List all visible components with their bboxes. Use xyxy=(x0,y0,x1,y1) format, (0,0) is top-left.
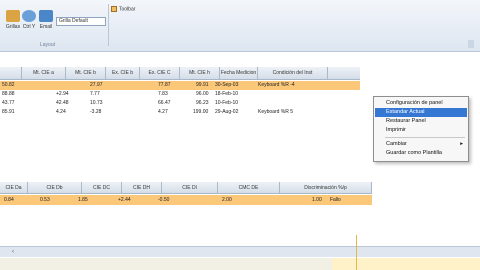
grid2-status: Fallo xyxy=(330,197,341,203)
grid1-col-1[interactable]: Mt. CIE a xyxy=(22,67,66,80)
toolbar-toggle[interactable]: Toolbar xyxy=(111,6,135,12)
grid1-cell: 4.24 xyxy=(56,109,66,115)
grid2-cell: 0.53 xyxy=(40,197,50,203)
grid1-cell: 27.97 xyxy=(90,82,103,88)
context-menu: Configuración de panel Estandar Actual R… xyxy=(373,96,469,162)
toolbar-label: Toolbar xyxy=(119,6,136,13)
grid1-col-3[interactable]: Ex. CIE b xyxy=(106,67,140,80)
menu-item-print[interactable]: Imprimir xyxy=(375,126,467,135)
grid2-col-4[interactable]: CIE DH xyxy=(122,182,162,194)
grid1-row[interactable]: 88.88 +2.94 7.77 7.83 96.00 18-Feb-10 xyxy=(0,90,360,99)
grid1-cell-left: 50.82 xyxy=(2,82,15,88)
ribbon-scroll-button[interactable] xyxy=(468,40,474,48)
refresh-icon xyxy=(22,10,36,22)
grid1-cell-left: 43.77 xyxy=(2,100,15,106)
grid2-cell: -0.50 xyxy=(158,197,170,203)
ribbon-toolbar: Grillas Ctrl Y Email Grilla Default Tool… xyxy=(0,0,480,52)
grid1-cell: 96.23 xyxy=(196,100,209,106)
menu-item-panel-config[interactable]: Configuración de panel xyxy=(375,99,467,108)
menu-item-current-standard[interactable]: Estandar Actual xyxy=(375,108,467,117)
ctrl-y-button-label: Ctrl Y xyxy=(22,24,36,30)
grid1-cell: 199.00 xyxy=(193,109,209,115)
grid1-col-5[interactable]: Mt. CIE h xyxy=(180,67,220,80)
submenu-arrow-icon: ▸ xyxy=(460,141,463,147)
grid1-col-4[interactable]: Ex. CIE C xyxy=(140,67,180,80)
grid1-cell: 66.47 xyxy=(158,100,171,106)
grid2-col-7[interactable]: Discriminación %/p xyxy=(280,182,372,194)
grid1-cell: 99.91 xyxy=(196,82,209,88)
ribbon-group-label: Layout xyxy=(40,42,56,48)
grid1-col-7[interactable]: Condición del Inst xyxy=(258,67,328,80)
grid1-cell: 10.73 xyxy=(90,100,103,106)
menu-item-change-label: Cambiar xyxy=(386,141,407,147)
ctrl-y-button[interactable]: Ctrl Y xyxy=(20,10,38,30)
grid1-cell: 77.87 xyxy=(158,82,171,88)
grid1-col-6[interactable]: Fecha Medicion xyxy=(220,67,258,80)
grid-icon xyxy=(6,10,20,22)
toolbar-icon xyxy=(111,6,117,12)
grid1-row[interactable]: 43.77 42.48 10.73 66.47 96.23 10-Feb-10 xyxy=(0,99,360,108)
grid2-cell: 0.84 xyxy=(4,197,14,203)
grid1-row[interactable]: 85.91 4.24 -3.28 4.27 199.00 29-Aug-02 K… xyxy=(0,108,360,117)
tab-scroll-left-icon[interactable]: ‹ xyxy=(8,248,18,256)
grid1-cell: 4.27 xyxy=(158,109,168,115)
layout-combo[interactable]: Grilla Default xyxy=(56,17,106,26)
grid1-header-spacer xyxy=(0,67,22,80)
grid2-cell: +2.44 xyxy=(118,197,131,203)
grid1-cell: 30-Sep-03 xyxy=(215,82,239,88)
bottom-tab-strip: ‹ xyxy=(0,246,480,257)
grid2-col-6[interactable]: CMC DE xyxy=(218,182,280,194)
grid1-cell: +2.94 xyxy=(56,91,69,97)
grid1-cell: Keyboard %R 5 xyxy=(258,109,294,115)
grid1-cell: -3.28 xyxy=(90,109,102,115)
grid2-cell: 2.00 xyxy=(222,197,232,203)
menu-separator xyxy=(385,137,465,138)
menu-item-restore-panel[interactable]: Restaurar Panel xyxy=(375,117,467,126)
grid2-cell: 1.85 xyxy=(78,197,88,203)
bottom-highlight-area xyxy=(332,258,480,270)
grid2-col-3[interactable]: CIE DC xyxy=(82,182,122,194)
grid1-cell: 29-Aug-02 xyxy=(215,109,239,115)
bottom-panel xyxy=(0,258,480,270)
email-button-label: Email xyxy=(39,24,53,30)
app-window: Grillas Ctrl Y Email Grilla Default Tool… xyxy=(0,0,480,270)
grid2-col-1[interactable]: CIE Da xyxy=(0,182,28,194)
email-button[interactable]: Email xyxy=(37,10,55,30)
grid1-col-2[interactable]: Mt. CIE b xyxy=(66,67,106,80)
menu-item-save-template[interactable]: Guardar como Plantilla xyxy=(375,149,467,158)
grid1-cell: 10-Feb-10 xyxy=(215,100,239,106)
grid2-row[interactable]: 0.84 0.53 1.85 +2.44 -0.50 2.00 1.00 Fal… xyxy=(0,195,372,205)
grid1-cell: 18-Feb-10 xyxy=(215,91,239,97)
grid1-cell: 96.00 xyxy=(196,91,209,97)
bottom-divider xyxy=(356,235,357,270)
grid1-cell-left: 85.91 xyxy=(2,109,15,115)
grid2-col-5[interactable]: CIE Dl xyxy=(162,182,218,194)
grid2-cell: 1.00 xyxy=(312,197,322,203)
grid1-row[interactable]: 50.82 27.97 77.87 99.91 30-Sep-03 Keyboa… xyxy=(0,81,360,90)
email-icon xyxy=(39,10,53,22)
ribbon-separator xyxy=(108,4,109,46)
grid1-cell-left: 88.88 xyxy=(2,91,15,97)
grid2-col-2[interactable]: CIE Db xyxy=(28,182,82,194)
grid1-cell: 7.77 xyxy=(90,91,100,97)
grid2-header: CIE Da CIE Db CIE DC CIE DH CIE Dl CMC D… xyxy=(0,182,372,194)
grid1-cell: 7.83 xyxy=(158,91,168,97)
grid1-cell: Keyboard %R -4 xyxy=(258,82,295,88)
grid1-header: Mt. CIE a Mt. CIE b Ex. CIE b Ex. CIE C … xyxy=(0,67,360,80)
menu-item-change[interactable]: Cambiar ▸ xyxy=(375,140,467,149)
grid1-cell: 42.48 xyxy=(56,100,69,106)
